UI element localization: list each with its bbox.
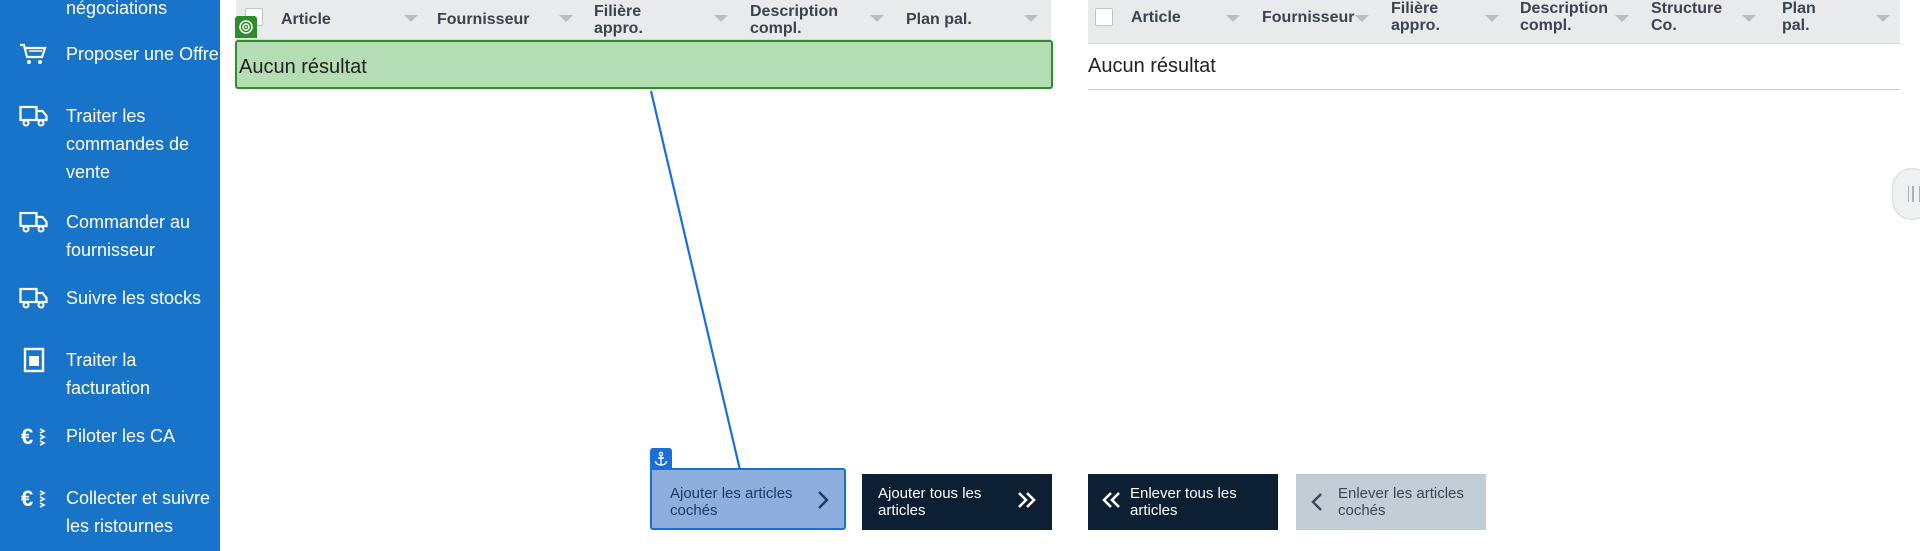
sidebar-item-label: Traiter la facturation — [66, 350, 151, 398]
sidebar: négociations Proposer une Offre Traiter … — [0, 0, 220, 551]
button-label: Ajouter tous les articles — [878, 485, 982, 519]
cart-icon — [18, 40, 50, 68]
column-header-structure-co[interactable]: Structure Co. — [1651, 0, 1741, 34]
no-result-text: Aucun résultat — [239, 56, 367, 78]
sidebar-item-label: Collecter et suivre les ristournes — [66, 488, 211, 536]
column-header-article[interactable]: Article — [1131, 0, 1231, 34]
select-all-checkbox[interactable] — [1095, 8, 1113, 26]
column-header-filiere[interactable]: Filière appro. — [1391, 0, 1471, 34]
sidebar-item-commandes-vente[interactable]: Traiter les commandes de vente — [18, 102, 218, 186]
sort-caret-icon[interactable] — [1615, 15, 1629, 22]
table-header: Article Fournisseur Filière appro. Descr… — [236, 0, 1051, 40]
anchor-icon — [650, 448, 672, 470]
sidebar-item-label: Proposer une Offre — [66, 44, 219, 64]
sort-caret-icon[interactable] — [559, 15, 573, 22]
svg-text:€: € — [21, 424, 33, 449]
sort-caret-icon[interactable] — [714, 15, 728, 22]
chevron-right-icon — [816, 490, 830, 514]
add-checked-button[interactable]: Ajouter les articles cochés — [650, 468, 846, 530]
grip-icon — [1908, 186, 1920, 202]
sidebar-item-label: Suivre les stocks — [66, 288, 202, 308]
invoice-icon — [18, 346, 50, 374]
target-icon — [235, 16, 257, 38]
row-divider — [1088, 89, 1900, 90]
sort-caret-icon[interactable] — [1226, 15, 1240, 22]
button-label: Enlever les articles cochés — [1338, 485, 1464, 519]
sidebar-item-piloter-ca[interactable]: € Piloter les CA — [18, 422, 218, 450]
sort-caret-icon[interactable] — [1355, 15, 1369, 22]
chevron-left-icon — [1310, 492, 1324, 516]
sort-caret-icon[interactable] — [1742, 15, 1756, 22]
truck-icon — [18, 284, 50, 312]
column-header-filiere[interactable]: Filière appro. — [594, 0, 684, 39]
sidebar-item-label: Commander au fournisseur — [66, 212, 191, 260]
remove-checked-button[interactable]: Enlever les articles cochés — [1296, 474, 1486, 530]
column-header-description[interactable]: Description compl. — [750, 0, 870, 39]
sidebar-item-negociations[interactable]: négociations — [18, 0, 218, 22]
double-chevron-right-icon — [1016, 490, 1038, 514]
column-header-description[interactable]: Description compl. — [1520, 0, 1620, 34]
sidebar-item-proposer-offre[interactable]: Proposer une Offre — [18, 40, 219, 68]
sort-caret-icon[interactable] — [1485, 15, 1499, 22]
add-all-button[interactable]: Ajouter tous les articles — [862, 474, 1052, 530]
no-result-row: Aucun résultat — [235, 40, 1053, 89]
sidebar-item-label: Piloter les CA — [66, 426, 176, 446]
double-chevron-left-icon — [1100, 490, 1122, 514]
remove-all-button[interactable]: Enlever tous les articles — [1088, 474, 1278, 530]
sidebar-item-facturation[interactable]: Traiter la facturation — [18, 346, 218, 402]
sidebar-item-label: Traiter les commandes de vente — [66, 106, 190, 182]
sidebar-item-label: négociations — [66, 0, 168, 18]
sidebar-item-commander-fournisseur[interactable]: Commander au fournisseur — [18, 208, 218, 264]
selected-articles-table: Article Fournisseur Filière appro. Descr… — [1088, 0, 1900, 100]
column-header-fournisseur[interactable]: Fournisseur — [437, 0, 567, 39]
euro-icon: € — [18, 422, 50, 450]
button-label: Ajouter les articles cochés — [670, 485, 793, 519]
euro-icon: € — [18, 484, 50, 512]
column-header-plan-pal[interactable]: Plan pal. — [906, 0, 1006, 39]
svg-text:€: € — [21, 486, 33, 511]
sidebar-item-suivre-stocks[interactable]: Suivre les stocks — [18, 284, 218, 312]
button-label: Enlever tous les articles — [1130, 485, 1237, 519]
sidebar-item-ristournes[interactable]: € Collecter et suivre les ristournes — [18, 484, 218, 540]
handshake-icon — [18, 0, 50, 22]
sort-caret-icon[interactable] — [1024, 15, 1038, 22]
no-result-text: Aucun résultat — [1088, 55, 1216, 77]
sort-caret-icon[interactable] — [404, 15, 418, 22]
truck-icon — [18, 208, 50, 236]
column-header-plan-pal[interactable]: Plan pal. — [1782, 0, 1842, 34]
panel-drag-handle[interactable] — [1892, 168, 1920, 220]
sort-caret-icon[interactable] — [1876, 15, 1890, 22]
sort-caret-icon[interactable] — [870, 15, 884, 22]
table-header: Article Fournisseur Filière appro. Descr… — [1088, 0, 1900, 44]
truck-icon — [18, 102, 50, 130]
grip-line — [1912, 186, 1914, 202]
